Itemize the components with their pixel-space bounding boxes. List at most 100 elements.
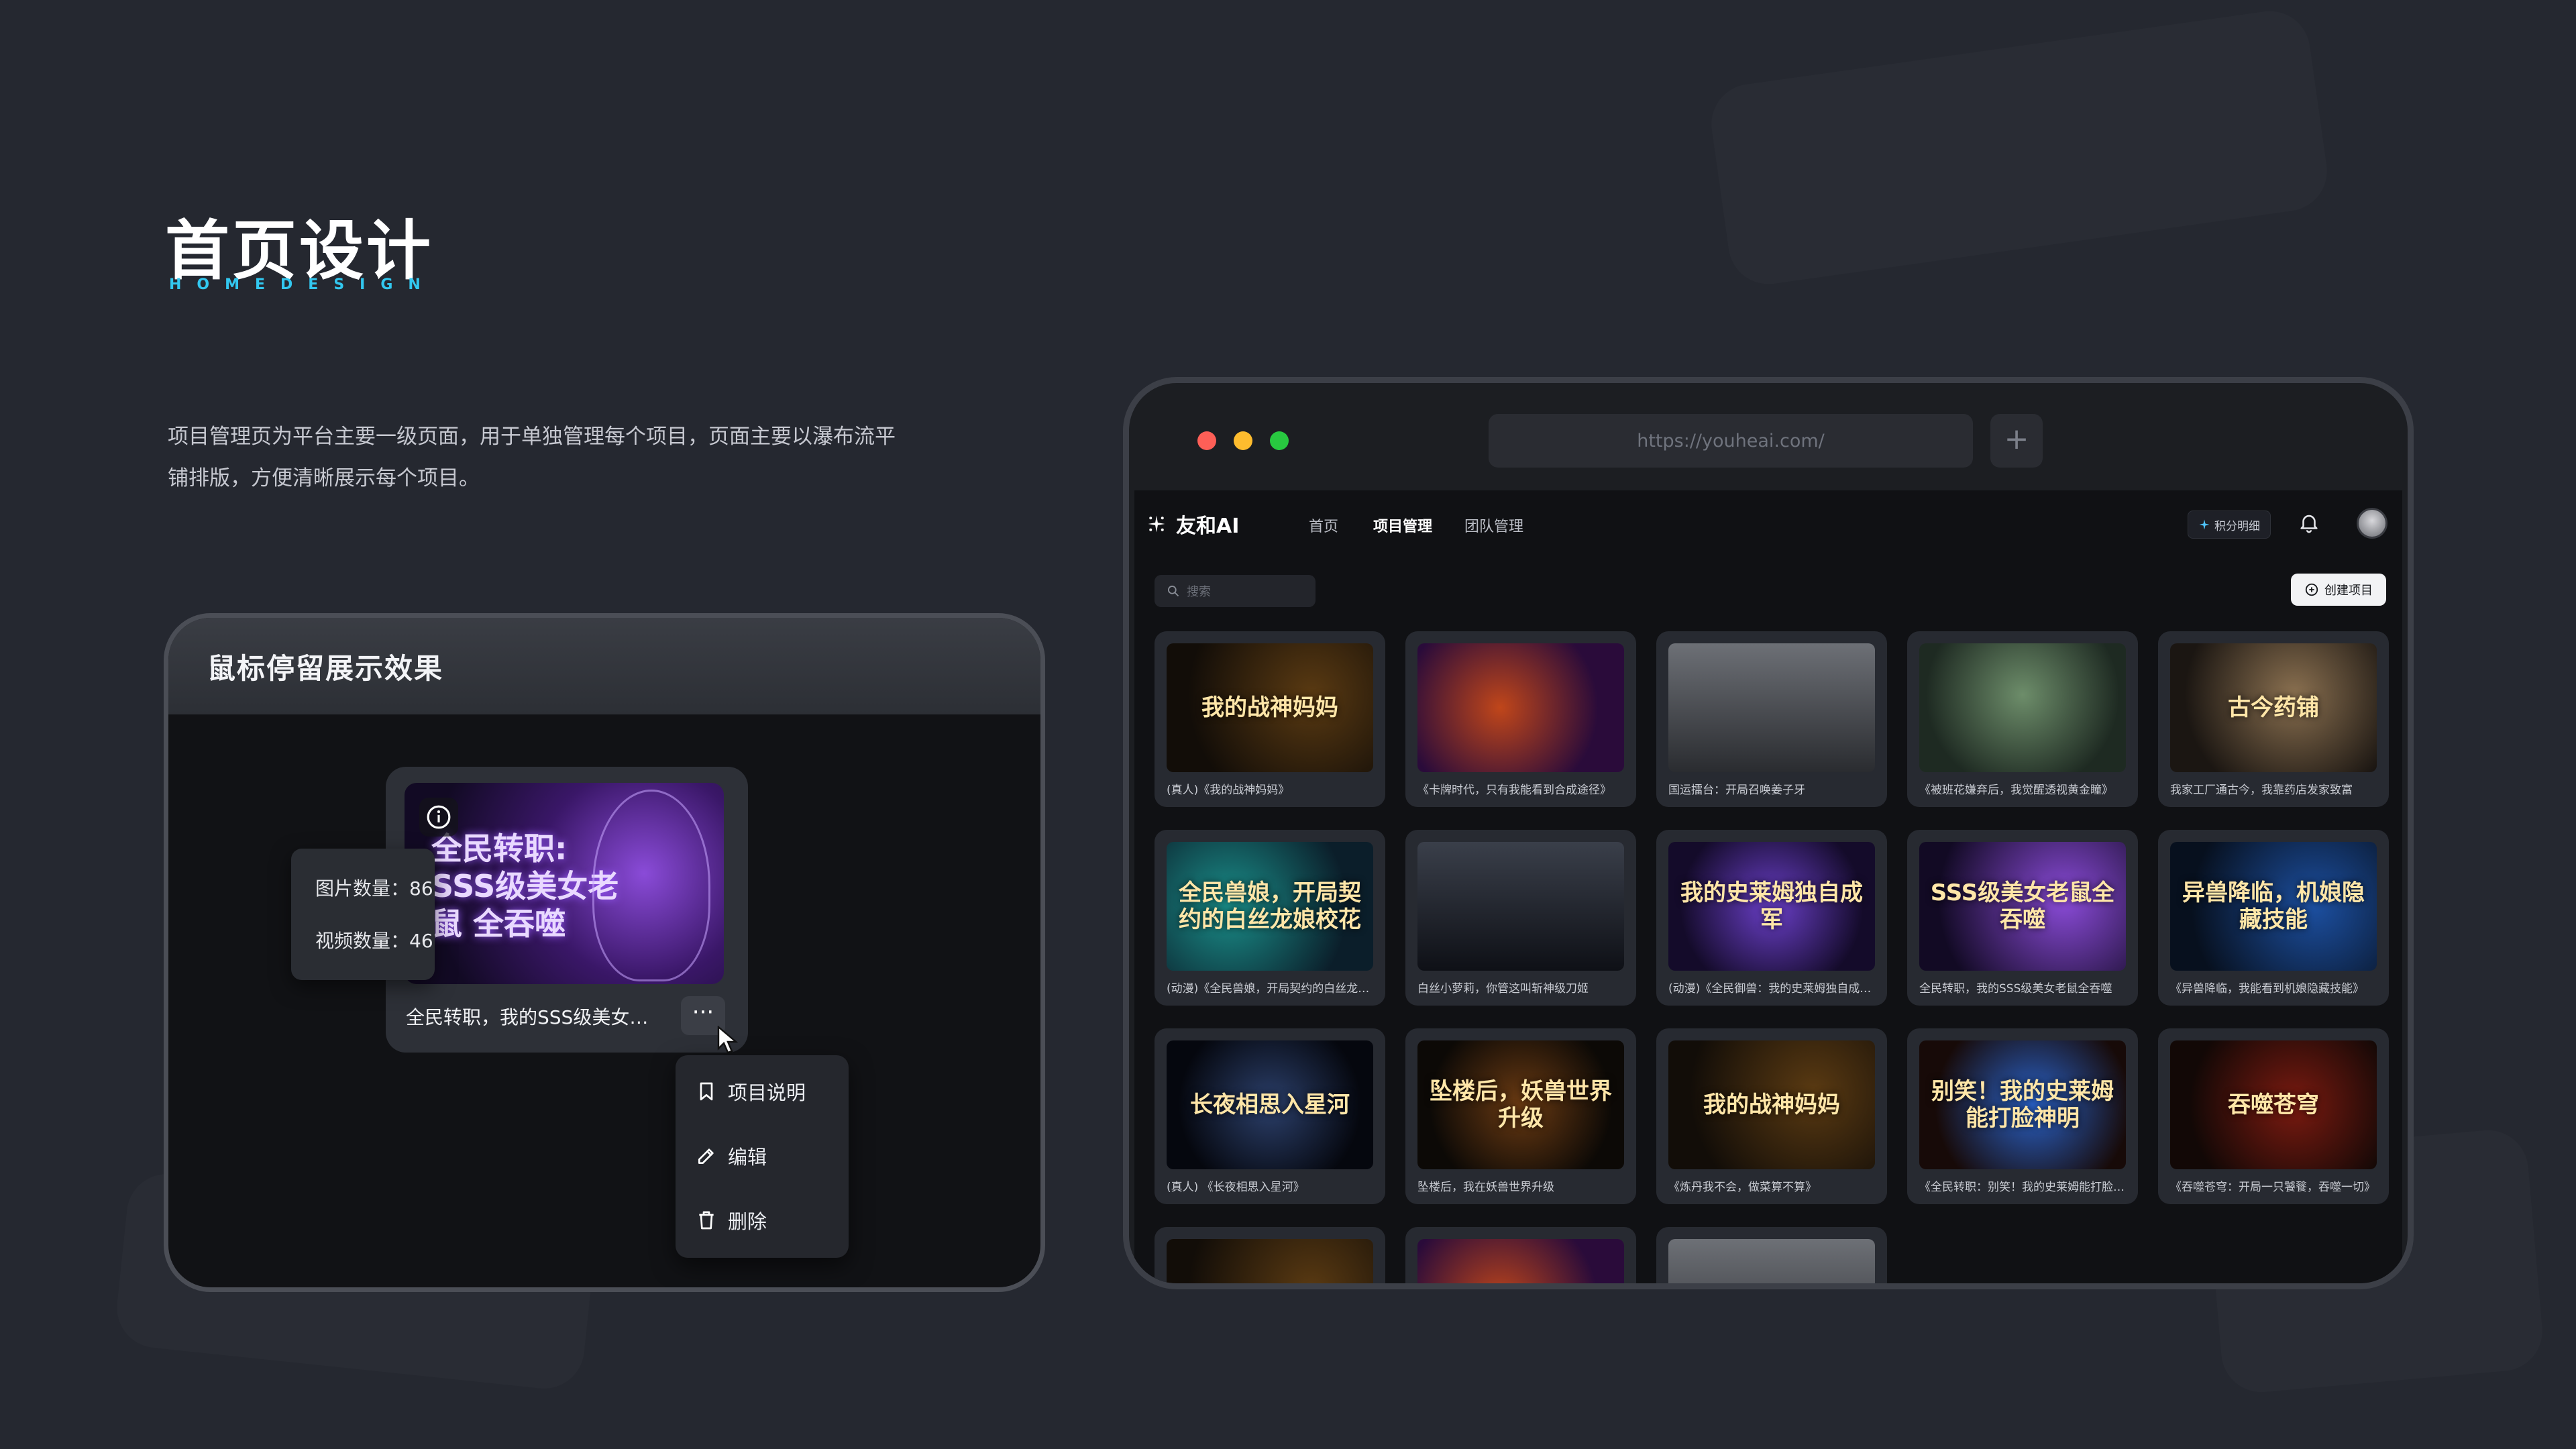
project-card[interactable]: 我的战神妈妈 (真人)《我的战神妈妈》 <box>1155 631 1385 807</box>
search-placeholder: 搜索 <box>1187 585 1211 599</box>
cover-art-text: 长夜相思入星河 <box>1190 1091 1350 1118</box>
project-card[interactable]: 异兽降临，机娘隐藏技能《异兽降临，我能看到机娘隐藏技能》 <box>2158 830 2389 1006</box>
project-card[interactable] <box>1656 1227 1887 1283</box>
new-tab-button[interactable]: + <box>1990 414 2043 468</box>
project-card-title: 《全民转职：别笑！我的史莱姆能打脸神明》 <box>1919 1181 2126 1194</box>
mouse-cursor-icon <box>717 1026 739 1054</box>
brand-logo[interactable]: 友和AI <box>1146 509 1239 539</box>
project-card-title: 《异兽降临，我能看到机娘隐藏技能》 <box>2170 982 2364 996</box>
project-card-hovered[interactable]: 全民转职: SSS级美女老鼠 全吞噬 全民转职，我的SSS级美女老鼠全吞噬 ··… <box>386 767 748 1053</box>
project-context-menu: 项目说明 编辑 删除 <box>676 1055 849 1258</box>
project-card[interactable] <box>1405 1227 1636 1283</box>
menu-item-project-description[interactable]: 项目说明 <box>696 1071 830 1112</box>
project-card-title: 全民转职，我的SSS级美女老鼠全吞噬 <box>406 1006 661 1028</box>
create-project-button[interactable]: 创建项目 <box>2291 574 2386 606</box>
project-card-cover: 全民兽娘，开局契约的白丝龙娘校花 <box>1167 842 1373 971</box>
project-card-cover: 吞噬苍穹 <box>2170 1040 2377 1169</box>
top-navigation: 友和AI 首页 项目管理 团队管理 积分明细 <box>1134 490 2402 557</box>
project-card-title: 国运擂台：开局召唤姜子牙 <box>1668 784 1805 797</box>
project-card[interactable]: 我的战神妈妈《炼丹我不会，做菜算不算》 <box>1656 1028 1887 1204</box>
project-card-cover: 我的战神妈妈 <box>1668 1040 1875 1169</box>
project-card-cover: 我的战神妈妈 <box>1167 643 1373 772</box>
project-card[interactable]: 国运擂台：开局召唤姜子牙 <box>1656 631 1887 807</box>
project-card-title: 《卡牌时代，只有我能看到合成途径》 <box>1417 784 1611 797</box>
menu-item-edit[interactable]: 编辑 <box>696 1136 830 1176</box>
menu-item-delete[interactable]: 删除 <box>696 1200 830 1240</box>
project-card-cover: 我的战神 <box>1167 1239 1373 1283</box>
cover-art-text: 我的史莱姆独自成军 <box>1680 879 1863 933</box>
bookmark-icon <box>700 1082 713 1101</box>
edit-pencil-icon <box>698 1148 714 1164</box>
cover-art-text: SSS级美女老鼠全吞噬 <box>1930 879 2115 933</box>
project-card-cover: 我的史莱姆独自成军 <box>1668 842 1875 971</box>
cover-art-text: 全民兽娘，开局契约的白丝龙娘校花 <box>1179 879 1361 933</box>
points-detail-button[interactable]: 积分明细 <box>2188 511 2271 539</box>
sparkle-icon <box>2199 519 2210 530</box>
project-card-cover: 别笑！我的史莱姆能打脸神明 <box>1919 1040 2126 1169</box>
project-card-title: 全民转职，我的SSS级美女老鼠全吞噬 <box>1919 982 2112 996</box>
page-description: 项目管理页为平台主要一级页面，用于单独管理每个项目，页面主要以瀑布流平铺排版，方… <box>168 425 896 490</box>
address-bar[interactable]: https://youheai.com/ <box>1489 414 1973 468</box>
menu-item-label: 编辑 <box>728 1146 767 1169</box>
project-card-cover: SSS级美女老鼠全吞噬 <box>1919 842 2126 971</box>
info-icon[interactable] <box>419 798 458 837</box>
maximize-window-button[interactable] <box>1270 431 1289 450</box>
project-card-title: 我家工厂通古今，我靠药店发家致富 <box>2170 784 2353 797</box>
user-avatar[interactable] <box>2357 508 2387 539</box>
project-card[interactable]: 《被班花嫌弃后，我觉醒透视黄金瞳》 <box>1907 631 2138 807</box>
app-viewport: 友和AI 首页 项目管理 团队管理 积分明细 搜索 创建项目 我的战神妈妈 (真人… <box>1134 490 2402 1283</box>
close-window-button[interactable] <box>1197 431 1216 450</box>
video-count-label: 视频数量： <box>315 930 410 952</box>
project-card-cover: 古今药铺 <box>2170 643 2377 772</box>
cover-art-text: 全民转职: SSS级美女老鼠 全吞噬 <box>431 830 619 942</box>
notification-bell-icon[interactable] <box>2298 511 2320 535</box>
project-card[interactable]: 白丝小萝莉，你管这叫斩神级刀姬 <box>1405 830 1636 1006</box>
project-card-cover <box>1417 842 1624 971</box>
cover-art-text: 别笑！我的史莱姆能打脸神明 <box>1931 1078 2114 1132</box>
nav-project-management[interactable]: 项目管理 <box>1373 515 1432 536</box>
project-card-title: 《炼丹我不会，做菜算不算》 <box>1668 1181 1817 1194</box>
project-card[interactable]: 别笑！我的史莱姆能打脸神明《全民转职：别笑！我的史莱姆能打脸神明》 <box>1907 1028 2138 1204</box>
project-card-title: (真人) 《长夜相思入星河》 <box>1167 1181 1305 1194</box>
project-card-title: (真人)《我的战神妈妈》 <box>1167 784 1290 797</box>
project-card-cover: 坠楼后，妖兽世界升级 <box>1417 1040 1624 1169</box>
video-count-row: 视频数量：46 <box>315 926 433 953</box>
nav-home[interactable]: 首页 <box>1309 515 1338 536</box>
nav-team-management[interactable]: 团队管理 <box>1464 515 1523 536</box>
create-project-label: 创建项目 <box>2324 584 2373 598</box>
minimize-window-button[interactable] <box>1234 431 1252 450</box>
project-card-title: 坠楼后，我在妖兽世界升级 <box>1417 1181 1554 1194</box>
trash-icon <box>699 1211 714 1230</box>
project-card-title: (动漫)《全民御兽：我的史莱姆独自成军》 <box>1668 982 1875 996</box>
cover-art-text: 坠楼后，妖兽世界升级 <box>1430 1078 1612 1132</box>
hover-demo-title: 鼠标停留展示效果 <box>207 651 444 685</box>
project-card-cover: 异兽降临，机娘隐藏技能 <box>2170 842 2377 971</box>
project-card-cover <box>1417 1239 1624 1283</box>
project-card[interactable]: 我的史莱姆独自成军 (动漫)《全民御兽：我的史莱姆独自成军》 <box>1656 830 1887 1006</box>
search-icon <box>1168 586 1179 597</box>
points-detail-label: 积分明细 <box>2214 519 2260 533</box>
project-card[interactable]: 古今药铺我家工厂通古今，我靠药店发家致富 <box>2158 631 2389 807</box>
hover-demo-panel: 鼠标停留展示效果 全民转职: SSS级美女老鼠 全吞噬 全民转职，我的SSS级美… <box>164 613 1045 1292</box>
project-card-title: 白丝小萝莉，你管这叫斩神级刀姬 <box>1417 982 1589 996</box>
project-card[interactable]: 吞噬苍穹 《吞噬苍穹：开局一只饕餮，吞噬一切》 <box>2158 1028 2389 1204</box>
cover-art-text: 异兽降临，机娘隐藏技能 <box>2182 879 2365 933</box>
project-card-cover <box>1668 643 1875 772</box>
hover-demo-header: 鼠标停留展示效果 <box>168 618 1040 714</box>
project-card[interactable]: 长夜相思入星河 (真人) 《长夜相思入星河》 <box>1155 1028 1385 1204</box>
sparkle-logo-icon <box>1148 515 1165 533</box>
menu-item-label: 项目说明 <box>728 1081 806 1104</box>
project-card[interactable]: 全民兽娘，开局契约的白丝龙娘校花 (动漫)《全民兽娘，开局契约的白丝龙娘校花》 <box>1155 830 1385 1006</box>
project-card[interactable]: 《卡牌时代，只有我能看到合成途径》 <box>1405 631 1636 807</box>
image-count-label: 图片数量： <box>315 877 410 900</box>
page-subtitle: HOMEDESIGN <box>169 276 436 293</box>
menu-item-label: 删除 <box>728 1210 767 1233</box>
project-card[interactable]: 我的战神 <box>1155 1227 1385 1283</box>
project-card-cover: 长夜相思入星河 <box>1167 1040 1373 1169</box>
search-input[interactable]: 搜索 <box>1155 575 1316 607</box>
window-controls <box>1197 431 1289 450</box>
project-card[interactable]: 坠楼后，妖兽世界升级坠楼后，我在妖兽世界升级 <box>1405 1028 1636 1204</box>
project-stats-tooltip: 图片数量：86 视频数量：46 <box>291 849 435 980</box>
project-card[interactable]: SSS级美女老鼠全吞噬全民转职，我的SSS级美女老鼠全吞噬 <box>1907 830 2138 1006</box>
cover-art-silhouette <box>592 790 710 981</box>
